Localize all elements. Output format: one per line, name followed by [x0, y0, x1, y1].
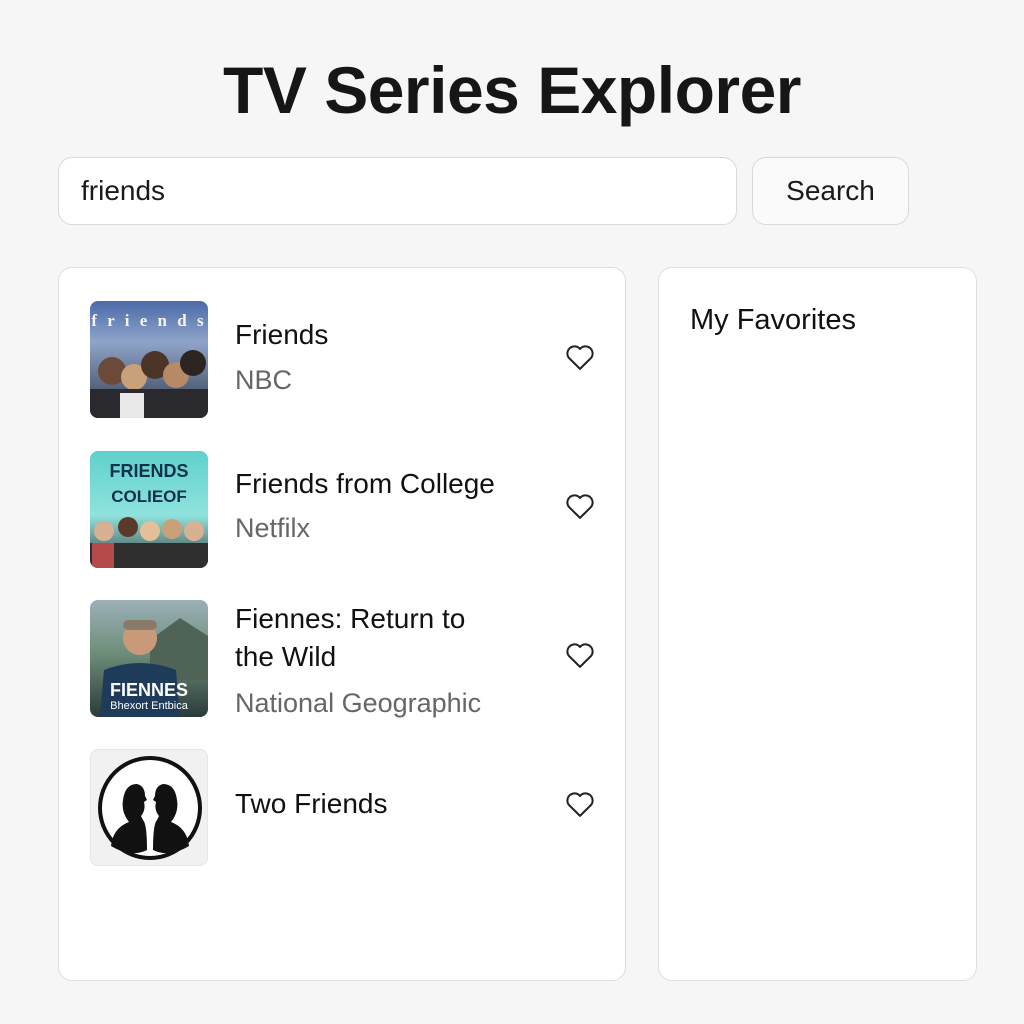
show-title: the Wild: [235, 641, 337, 672]
search-input[interactable]: [58, 157, 737, 225]
show-title: Fiennes: Return to: [235, 603, 466, 634]
show-network: NBC: [235, 365, 293, 395]
show-network: Netfilx: [235, 513, 311, 543]
heart-outline-icon[interactable]: [565, 343, 595, 371]
result-item[interactable]: Two Friends: [59, 749, 625, 866]
show-title: Friends: [235, 319, 329, 350]
poster-thumbnail: [90, 749, 208, 866]
favorites-panel: My Favorites: [658, 267, 977, 981]
poster-thumbnail: FIENNES Bhexort Entbica: [90, 600, 208, 717]
show-network: National Geographic: [235, 688, 482, 718]
results-panel: f r i e n d s Friends NBC FRIENDS COLIEO…: [58, 267, 626, 981]
cast-silhouettes: [90, 350, 208, 418]
result-item[interactable]: f r i e n d s Friends NBC: [59, 301, 625, 418]
heart-outline-icon[interactable]: [565, 492, 595, 520]
poster-thumbnail: f r i e n d s: [90, 301, 208, 418]
two-profiles-icon: [98, 756, 202, 860]
favorites-title: My Favorites: [690, 304, 856, 336]
show-title: Friends from College: [235, 468, 495, 499]
result-item[interactable]: FIENNES Bhexort Entbica Fiennes: Return …: [59, 600, 625, 720]
heart-outline-icon[interactable]: [565, 790, 595, 818]
poster-text: Bhexort Entbica: [110, 700, 188, 712]
heart-outline-icon[interactable]: [565, 641, 595, 669]
result-item[interactable]: FRIENDS COLIEOF Friends from College Net…: [59, 451, 625, 568]
search-button[interactable]: Search: [752, 157, 909, 225]
poster-text: FIENNES: [109, 680, 188, 700]
poster-thumbnail: FRIENDS COLIEOF: [90, 451, 208, 568]
page-title: TV Series Explorer: [223, 53, 801, 127]
show-title: Two Friends: [235, 788, 388, 819]
cast-silhouettes: [90, 517, 208, 568]
